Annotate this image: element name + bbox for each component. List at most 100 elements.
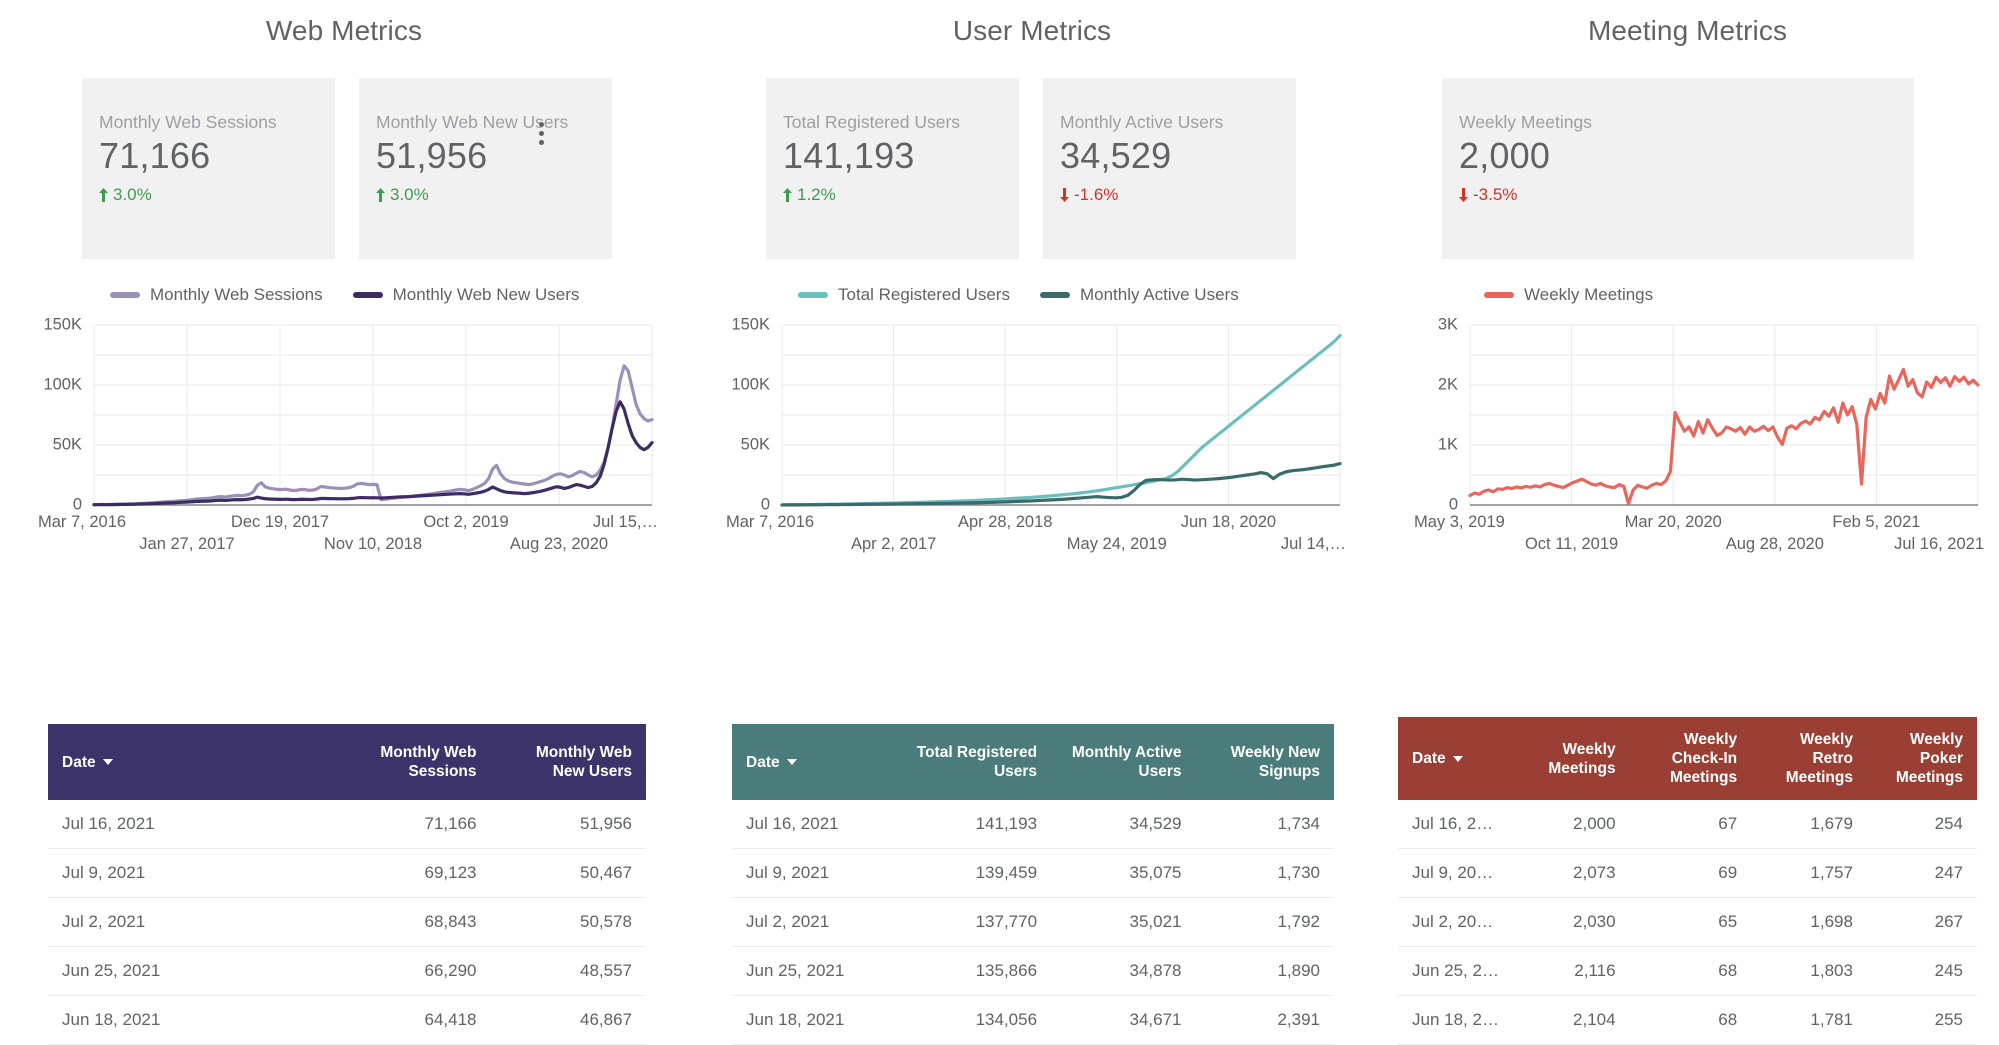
line-chart-user: 0 50K 100K 150K Mar 7, 2016 Apr 2, 2017 Apr 28… xyxy=(726,315,1346,553)
column-header[interactable]: Weekly New Signups xyxy=(1195,724,1334,800)
legend-swatch xyxy=(1484,292,1514,298)
legend-label: Monthly Web New Users xyxy=(392,285,580,304)
column-header[interactable]: Total Registered Users xyxy=(894,724,1052,800)
cell-value: 247 xyxy=(1866,848,1977,898)
panel-title-meet: Meeting Metrics xyxy=(1587,15,1788,46)
y-axis-tick: 0 xyxy=(761,495,770,513)
cell-value: 50,467 xyxy=(490,848,646,898)
table-row[interactable]: Jul 2, 2021 68,843 50,578 xyxy=(48,897,646,947)
table-header-row: Date Weekly Meetings Weekly Check-In Meeti… xyxy=(1398,717,1977,800)
legend-swatch xyxy=(110,292,140,298)
table-container-meet: Date Weekly Meetings Weekly Check-In Meeti… xyxy=(1376,717,1999,1045)
cell-date: Jul 16, 2… xyxy=(1398,800,1520,849)
legend-item[interactable]: Monthly Web Sessions xyxy=(110,285,323,305)
scorecard[interactable]: Monthly Web Sessions 71,166 3.0% xyxy=(82,78,335,259)
scorecard-row-user: Total Registered Users 141,193 1.2% Monthly… xyxy=(766,78,1376,259)
column-header[interactable]: Monthly Active Users xyxy=(1051,724,1196,800)
cell-value: 267 xyxy=(1866,897,1977,947)
scorecard[interactable]: Weekly Meetings 2,000 -3.5% xyxy=(1442,78,1914,259)
chart-container-web: 0 50K 100K 150K Mar 7, 2016 Jan 27, 2017 Dec 1… xyxy=(38,315,658,579)
arrow-down-icon xyxy=(1459,188,1468,202)
table-row[interactable]: Jun 25, 2021 135,866 34,878 1,890 xyxy=(732,946,1334,996)
scorecard-row-meet: Weekly Meetings 2,000 -3.5% xyxy=(1442,78,1999,259)
more-options-icon[interactable] xyxy=(530,118,552,148)
cell-date: Jul 2, 20… xyxy=(1398,897,1520,947)
y-axis-tick: 0 xyxy=(73,495,82,513)
column-header[interactable]: Monthly Web Sessions xyxy=(329,724,491,800)
column-header[interactable]: Weekly Poker Meetings xyxy=(1866,717,1977,800)
cell-value: 1,679 xyxy=(1751,800,1867,849)
scorecard-value: 51,956 xyxy=(376,135,488,176)
table-row[interactable]: Jul 2, 2021 137,770 35,021 1,792 xyxy=(732,897,1334,947)
data-table-web: Date Monthly Web Sessions Monthly Web New … xyxy=(48,724,646,1045)
x-axis-tick: Apr 28, 2018 xyxy=(958,513,1052,531)
legend-item[interactable]: Weekly Meetings xyxy=(1484,285,1653,305)
scorecard[interactable]: Total Registered Users 141,193 1.2% xyxy=(766,78,1019,259)
legend-swatch xyxy=(798,292,828,298)
cell-value: 2,030 xyxy=(1519,897,1630,947)
cell-date: Jul 16, 2021 xyxy=(732,800,895,849)
table-row[interactable]: Jul 2, 20… 2,030 65 1,698 267 xyxy=(1398,897,1977,947)
sort-descending-icon[interactable] xyxy=(786,759,797,766)
x-axis-tick: Jan 27, 2017 xyxy=(139,535,234,553)
column-header-date[interactable]: Date xyxy=(732,724,895,800)
legend-item[interactable]: Monthly Active Users xyxy=(1039,285,1239,305)
column-header-label: Date xyxy=(62,753,96,771)
dashboard: Web Metrics Monthly Web Sessions 71,166 3.0… xyxy=(0,0,1999,1045)
scorecard[interactable]: Monthly Active Users 34,529 -1.6% xyxy=(1043,78,1296,259)
table-row[interactable]: Jul 9, 2021 139,459 35,075 1,730 xyxy=(732,848,1334,898)
scorecard-delta-value: -3.5% xyxy=(1473,185,1518,204)
scorecard-delta-value: -1.6% xyxy=(1074,185,1119,204)
table-row[interactable]: Jun 18, 2021 134,056 34,671 2,391 xyxy=(732,995,1334,1045)
column-header-label: Date xyxy=(1412,750,1446,767)
column-header[interactable]: Weekly Meetings xyxy=(1519,717,1630,800)
table-row[interactable]: Jul 9, 2021 69,123 50,467 xyxy=(48,848,646,898)
table-row[interactable]: Jul 16, 2… 2,000 67 1,679 254 xyxy=(1398,800,1977,849)
cell-value: 1,757 xyxy=(1751,848,1867,898)
y-axis-tick: 0 xyxy=(1449,495,1458,513)
table-row[interactable]: Jul 16, 2021 141,193 34,529 1,734 xyxy=(732,800,1334,849)
x-axis-tick: Oct 2, 2019 xyxy=(423,513,508,531)
cell-date: Jul 9, 2021 xyxy=(48,848,330,898)
table-row[interactable]: Jun 25, 2… 2,116 68 1,803 245 xyxy=(1398,946,1977,996)
column-header-date[interactable]: Date xyxy=(48,724,330,800)
legend-item[interactable]: Total Registered Users xyxy=(798,285,1010,305)
scorecard[interactable]: Monthly Web New Users 51,956 3.0% xyxy=(359,78,612,259)
chart-legend-web: Monthly Web Sessions Monthly Web New User… xyxy=(110,283,688,307)
legend-label: Weekly Meetings xyxy=(1524,285,1654,304)
x-axis-tick: Nov 10, 2018 xyxy=(324,535,422,553)
table-row[interactable]: Jun 18, 2021 64,418 46,867 xyxy=(48,995,646,1045)
scorecard-value: 141,193 xyxy=(783,135,915,176)
table-header-row: Date Monthly Web Sessions Monthly Web New … xyxy=(48,724,646,800)
column-header-date[interactable]: Date xyxy=(1398,717,1520,800)
y-axis-tick: 1K xyxy=(1438,435,1458,453)
x-axis-tick: Jul 15,… xyxy=(593,513,658,531)
column-header-label: Weekly Retro Meetings xyxy=(1785,731,1853,786)
legend-swatch xyxy=(1039,292,1070,298)
table-row[interactable]: Jul 16, 2021 71,166 51,956 xyxy=(48,800,646,849)
column-header[interactable]: Weekly Retro Meetings xyxy=(1751,717,1867,800)
table-row[interactable]: Jul 9, 20… 2,073 69 1,757 247 xyxy=(1398,848,1977,898)
cell-value: 134,056 xyxy=(894,995,1052,1045)
legend-label: Total Registered Users xyxy=(838,285,1010,304)
legend-label: Monthly Active Users xyxy=(1079,285,1239,304)
scorecard-label: Monthly Active Users xyxy=(1060,112,1224,132)
x-axis-tick: Feb 5, 2021 xyxy=(1832,513,1920,531)
sort-descending-icon[interactable] xyxy=(1452,755,1463,762)
column-header[interactable]: Monthly Web New Users xyxy=(490,724,646,800)
column-header[interactable]: Weekly Check-In Meetings xyxy=(1629,717,1752,800)
legend-item[interactable]: Monthly Web New Users xyxy=(352,285,580,305)
cell-date: Jun 18, 2… xyxy=(1398,995,1520,1045)
data-table-meet: Date Weekly Meetings Weekly Check-In Meeti… xyxy=(1398,717,1977,1045)
cell-date: Jul 2, 2021 xyxy=(732,897,895,947)
x-axis-tick: Oct 11, 2019 xyxy=(1525,535,1618,553)
table-header-row: Date Total Registered Users Monthly Active… xyxy=(732,724,1334,800)
line-chart-web: 0 50K 100K 150K Mar 7, 2016 Jan 27, 2017 Dec 1… xyxy=(38,315,658,553)
x-axis-tick: Aug 28, 2020 xyxy=(1726,535,1824,553)
cell-value: 48,557 xyxy=(490,946,646,996)
table-row[interactable]: Jun 18, 2… 2,104 68 1,781 255 xyxy=(1398,995,1977,1045)
scorecard-label: Weekly Meetings xyxy=(1459,112,1592,132)
sort-descending-icon[interactable] xyxy=(102,759,113,766)
column-header-label: Total Registered Users xyxy=(916,744,1038,780)
table-row[interactable]: Jun 25, 2021 66,290 48,557 xyxy=(48,946,646,996)
